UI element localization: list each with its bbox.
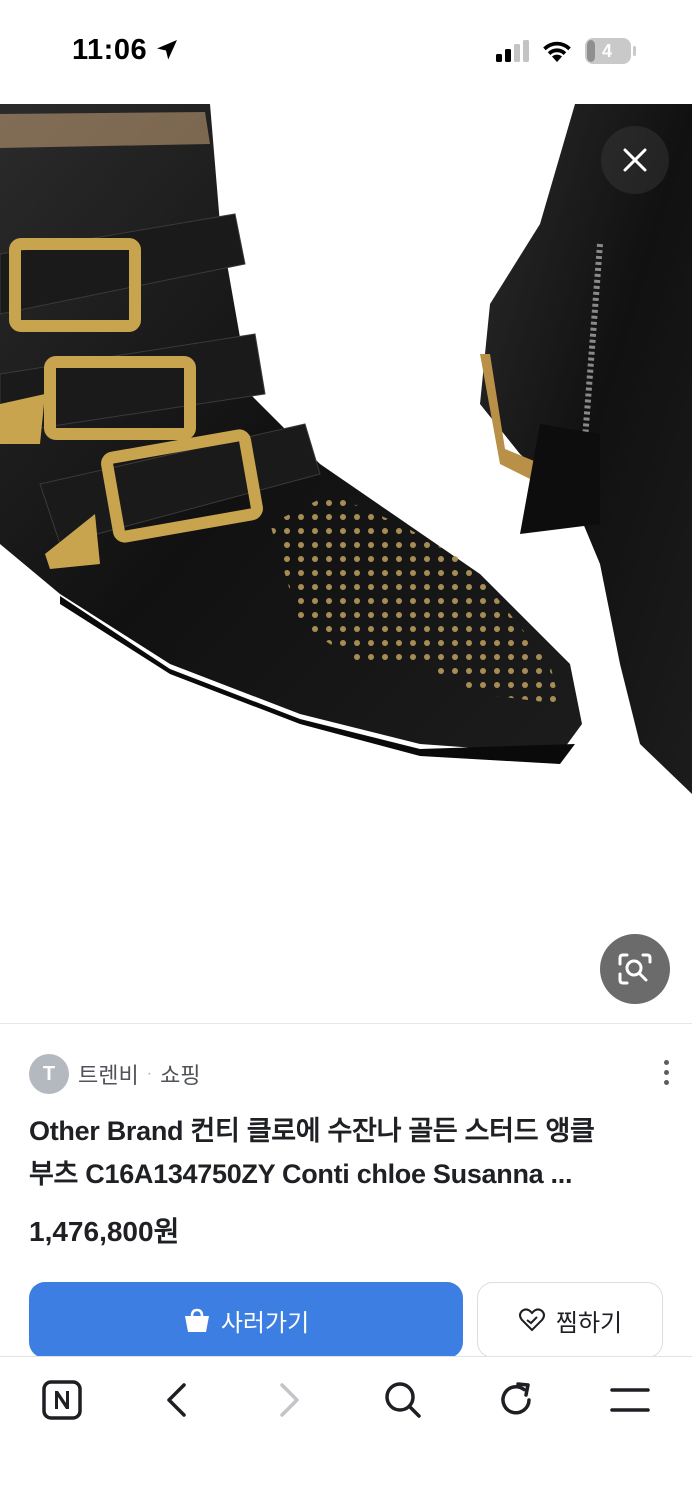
product-price: 1,476,800원 xyxy=(29,1216,180,1247)
menu-icon xyxy=(610,1388,650,1412)
battery-level: 4 xyxy=(601,41,612,61)
product-title-line1: Other Brand 컨티 클로에 수잔나 골든 스터드 앵클 xyxy=(29,1116,595,1146)
product-title: Other Brand 컨티 클로에 수잔나 골든 스터드 앵클 부츠 C16A… xyxy=(29,1110,659,1196)
forward-chevron-icon xyxy=(280,1383,299,1417)
status-bar: 11:06 4 xyxy=(0,0,692,104)
close-button[interactable] xyxy=(601,126,669,194)
wish-button[interactable]: 찜하기 xyxy=(477,1282,663,1358)
status-time: 11:06 xyxy=(72,34,148,66)
back-chevron-icon xyxy=(167,1383,186,1417)
buy-button-label: 사러가기 xyxy=(220,1309,310,1337)
seller-name[interactable]: 트렌비 xyxy=(78,1058,139,1090)
close-icon xyxy=(623,148,647,172)
lens-search-icon xyxy=(618,953,652,985)
seller-category: 쇼핑 xyxy=(160,1063,201,1088)
naver-home-icon xyxy=(42,1380,82,1420)
boots-illustration xyxy=(0,104,692,794)
buy-button[interactable]: 사러가기 xyxy=(29,1282,463,1358)
menu-button[interactable] xyxy=(600,1375,660,1425)
product-image[interactable] xyxy=(0,104,692,1024)
reload-button[interactable] xyxy=(486,1375,546,1425)
separator-dot: · xyxy=(146,1065,153,1082)
search-button[interactable] xyxy=(373,1375,433,1425)
seller-row[interactable]: T 트렌비 · 쇼핑 xyxy=(29,1054,669,1094)
lens-search-button[interactable] xyxy=(600,934,670,1004)
seller-avatar: T xyxy=(29,1054,69,1094)
product-title-line2: 부츠 C16A134750ZY Conti chloe Susanna ... xyxy=(29,1159,573,1189)
cellular-signal-icon xyxy=(496,40,529,62)
wish-button-label: 찜하기 xyxy=(555,1309,623,1337)
heart-icon xyxy=(518,1308,545,1332)
browser-toolbar xyxy=(0,1356,692,1500)
wifi-icon xyxy=(543,41,571,62)
shopping-bag-icon xyxy=(184,1308,209,1332)
search-icon xyxy=(385,1382,421,1418)
reload-icon xyxy=(501,1382,531,1415)
forward-button[interactable] xyxy=(260,1375,320,1425)
more-options-icon[interactable] xyxy=(661,1060,671,1090)
naver-home-button[interactable] xyxy=(32,1375,92,1425)
back-button[interactable] xyxy=(146,1375,206,1425)
location-arrow-icon xyxy=(157,40,177,60)
